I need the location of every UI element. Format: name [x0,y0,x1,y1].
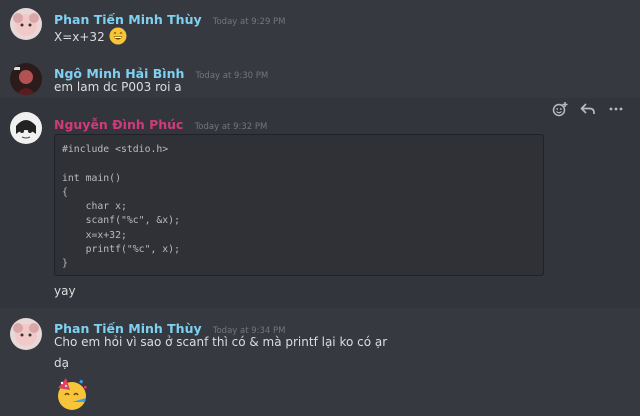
add-reaction-icon [552,102,568,117]
add-reaction-button[interactable] [549,98,571,120]
message-4: Phan Tiến Minh Thùy Today at 9:34 PM Cho… [0,308,640,416]
message-text: yay [54,284,76,298]
message-toolbar [546,97,630,121]
reply-icon [580,103,595,114]
avatar-image-icon [10,8,42,40]
avatar[interactable] [10,8,42,40]
code-text: #include <stdio.h> int main() { char x; … [62,144,180,270]
message-1: Phan Tiến Minh Thùy Today at 9:29 PM X=x… [0,0,640,52]
more-icon [609,107,623,111]
timestamp: Today at 9:29 PM [212,17,286,27]
avatar[interactable] [10,318,42,350]
more-options-button[interactable] [605,98,627,120]
avatar-image-icon [10,112,42,144]
timestamp: Today at 9:32 PM [194,122,268,132]
message-text: Cho em hỏi vì sao ở scanf thì có & mà pr… [54,335,388,349]
reply-button[interactable] [577,98,599,120]
message-content: X=x+32 [54,27,127,48]
avatar-image-icon [10,318,42,350]
partying-face-emoji-icon [54,376,90,416]
message-2: Ngô Minh Hải Bình Today at 9:30 PM em la… [0,52,640,98]
username[interactable]: Phan Tiến Minh Thùy [54,12,202,27]
username[interactable]: Ngô Minh Hải Bình [54,66,184,81]
avatar[interactable] [10,63,42,95]
username[interactable]: Nguyễn Đình Phúc [54,117,183,132]
username[interactable]: Phan Tiến Minh Thùy [54,321,202,336]
message-text: dạ [54,356,69,370]
grinning-face-emoji-icon [109,27,127,48]
timestamp: Today at 9:30 PM [195,71,269,81]
message-text: X=x+32 [54,30,105,44]
message-text: em lam dc P003 roi a [54,80,182,94]
avatar-image-icon [10,63,42,95]
avatar[interactable] [10,112,42,144]
code-block: #include <stdio.h> int main() { char x; … [54,134,544,276]
